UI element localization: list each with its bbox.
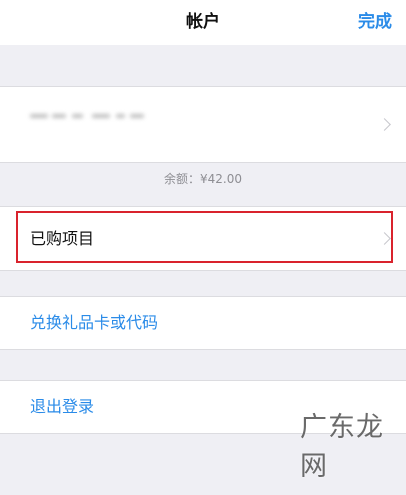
done-button[interactable]: 完成 [358,0,392,45]
sign-out-label: 退出登录 [30,397,95,416]
navigation-bar: 帐户 完成 [0,0,406,45]
chevron-right-icon [378,232,391,245]
account-row[interactable] [0,86,406,163]
page-title: 帐户 [186,12,220,32]
balance-label: 余额：¥42.00 [164,172,242,186]
sign-out-row[interactable]: 退出登录 [0,380,406,434]
site-watermark: 广东龙网 [300,412,400,487]
blurred-account-id [30,111,160,125]
purchased-items-label: 已购项目 [30,229,95,248]
account-settings-page: 帐户 完成 余额：¥42.00 已购项目 兑换礼品卡或代码 退出登录 广东龙网 [0,0,406,495]
chevron-right-icon [378,118,391,131]
redeem-gift-card-label: 兑换礼品卡或代码 [30,313,159,332]
redeem-gift-card-row[interactable]: 兑换礼品卡或代码 [0,296,406,350]
purchased-items-row[interactable]: 已购项目 [0,206,406,271]
